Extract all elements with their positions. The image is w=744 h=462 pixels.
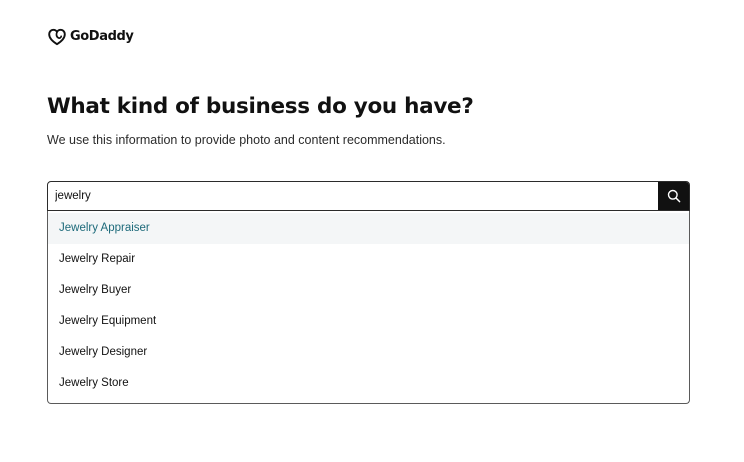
suggestion-jewelry-equipment[interactable]: Jewelry Equipment xyxy=(48,306,689,337)
search-icon xyxy=(667,189,681,203)
search-box xyxy=(47,181,690,211)
page-subtitle: We use this information to provide photo… xyxy=(47,133,446,147)
godaddy-heart-icon xyxy=(47,27,67,47)
search-button[interactable] xyxy=(658,182,689,210)
suggestion-jewelry-designer[interactable]: Jewelry Designer xyxy=(48,337,689,368)
business-type-search: Jewelry Appraiser Jewelry Repair Jewelry… xyxy=(47,181,690,404)
business-search-input[interactable] xyxy=(48,182,658,210)
suggestion-jewelry-appraiser[interactable]: Jewelry Appraiser xyxy=(48,213,689,244)
brand-name: GoDaddy xyxy=(70,29,134,44)
godaddy-logo[interactable]: GoDaddy xyxy=(47,27,134,47)
suggestion-jewelry-repair[interactable]: Jewelry Repair xyxy=(48,244,689,275)
suggestion-jewelry-store[interactable]: Jewelry Store xyxy=(48,368,689,399)
page-title: What kind of business do you have? xyxy=(47,94,474,119)
suggestion-jewelry-buyer[interactable]: Jewelry Buyer xyxy=(48,275,689,306)
suggestions-dropdown: Jewelry Appraiser Jewelry Repair Jewelry… xyxy=(47,211,690,404)
